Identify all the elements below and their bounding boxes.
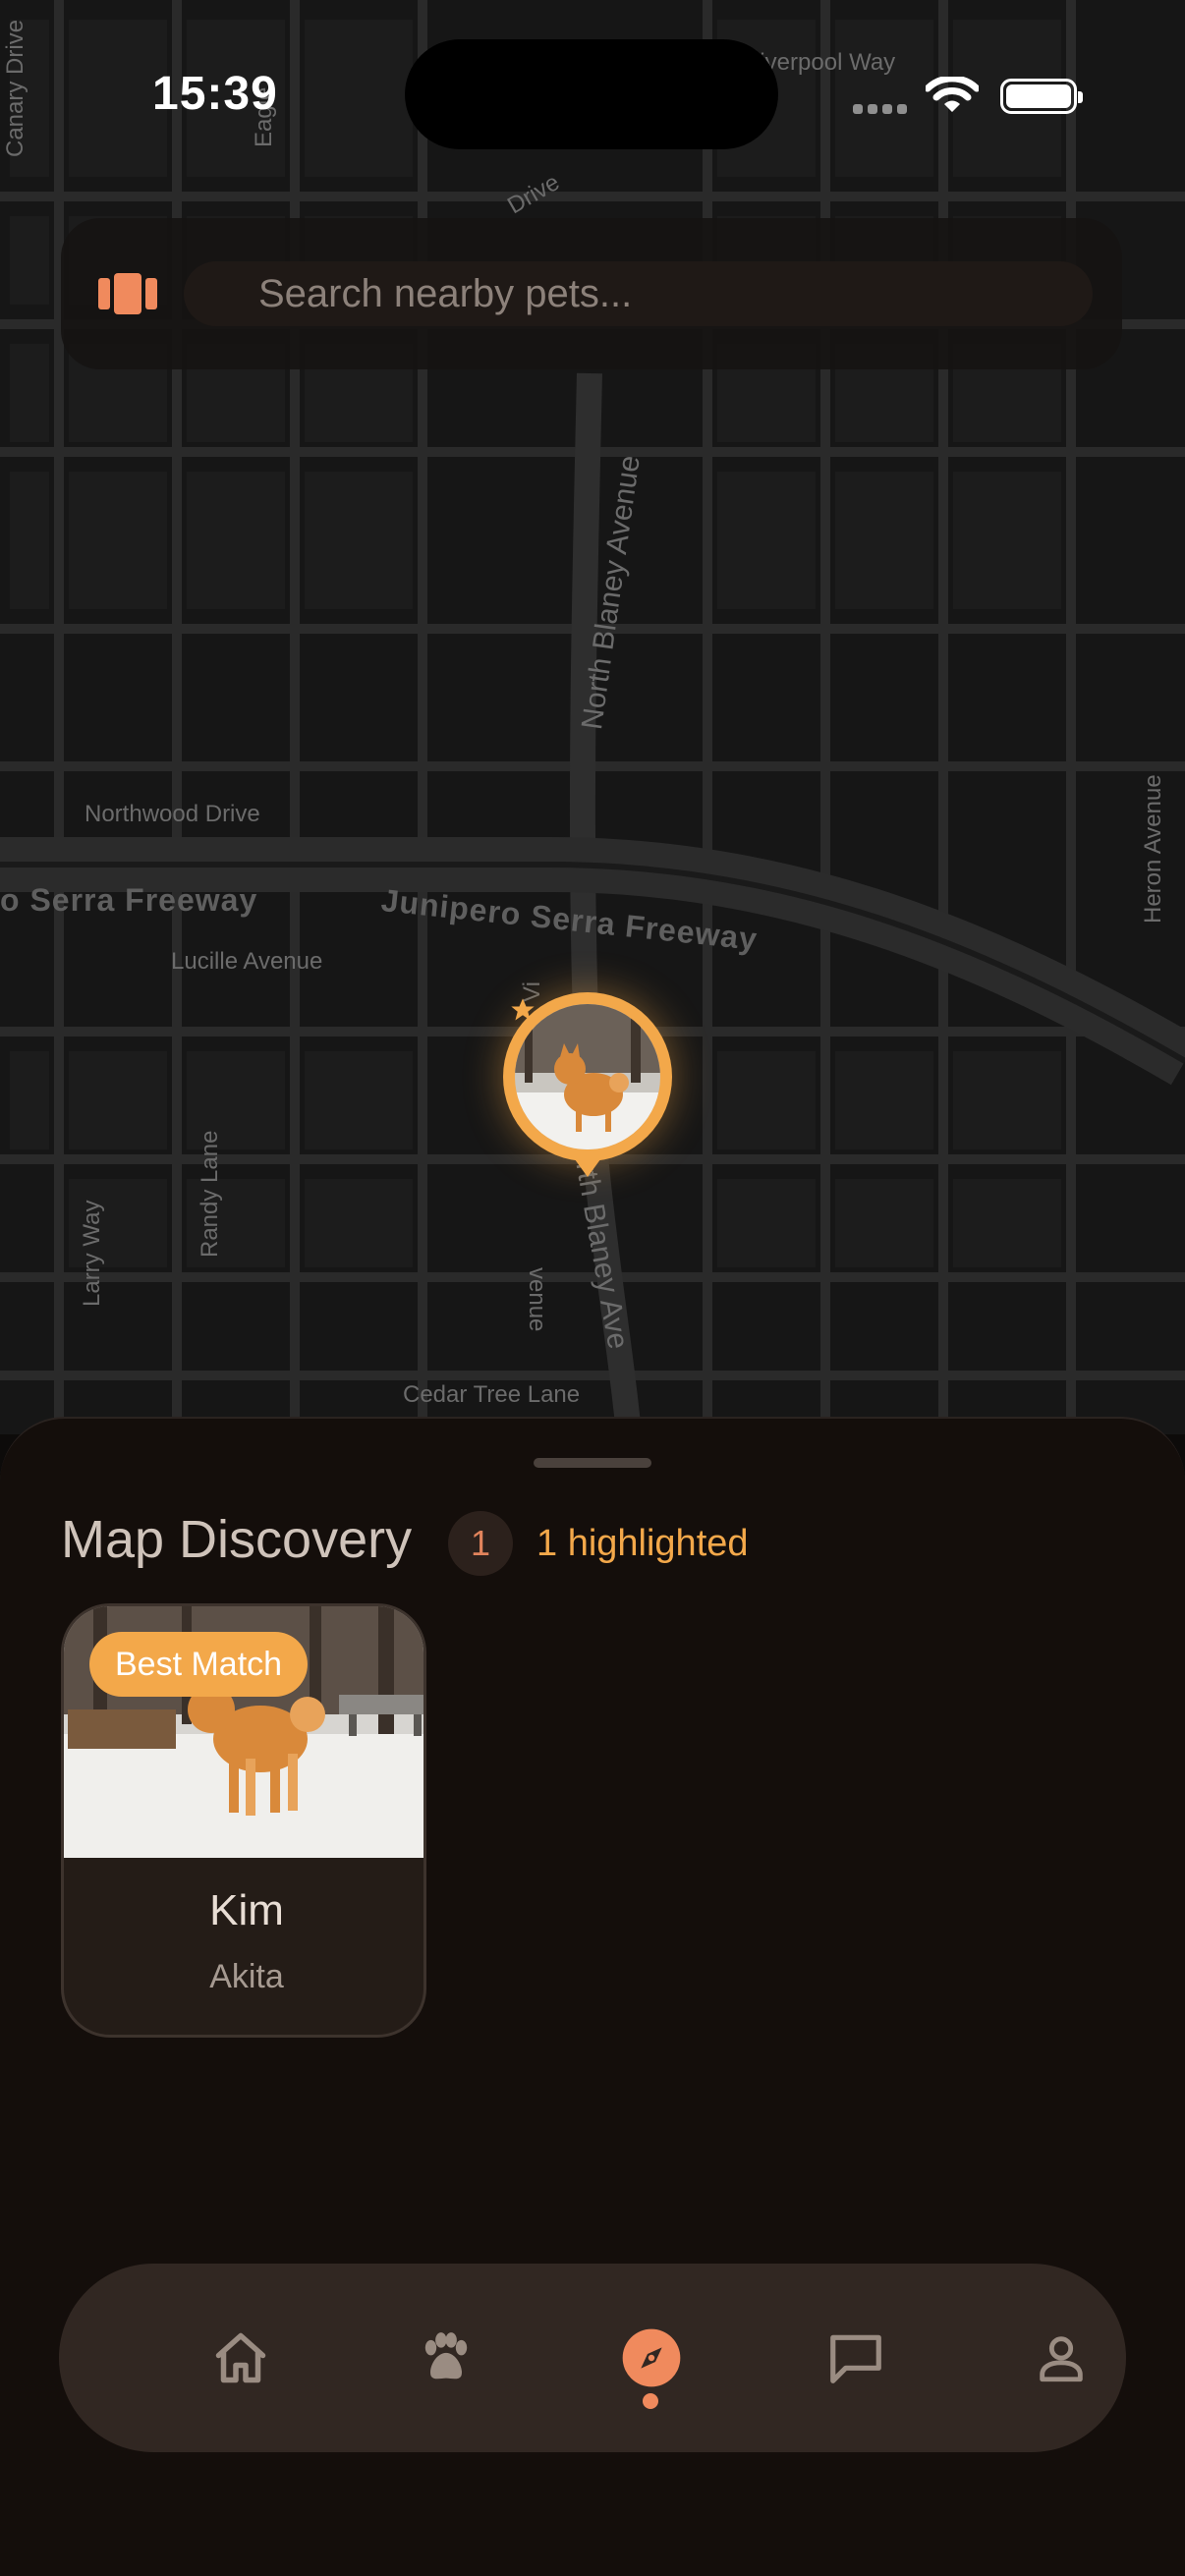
count-badge: 1 <box>448 1511 513 1576</box>
tab-pets[interactable] <box>377 2264 515 2452</box>
street-label: Cedar Tree Lane <box>403 1381 581 1408</box>
pet-card[interactable]: Best Match Kim Akita <box>61 1603 426 2038</box>
search-input[interactable] <box>184 261 1093 326</box>
paw-icon <box>424 2332 468 2380</box>
street-label: Heron Avenue <box>1140 774 1166 924</box>
compass-icon <box>622 2328 681 2387</box>
street-label: Northwood Drive <box>85 801 260 827</box>
wifi-icon <box>926 77 979 112</box>
sheet-handle[interactable] <box>534 1458 651 1468</box>
tab-bar <box>59 2264 1126 2452</box>
home-icon <box>215 2332 266 2383</box>
sheet-title: Map Discovery <box>61 1510 413 1569</box>
pet-breed: Akita <box>209 1958 284 1995</box>
tab-home[interactable] <box>172 2264 310 2452</box>
cellular-signal-icon <box>853 104 907 114</box>
pet-pin-photo <box>515 1004 660 1149</box>
highlighted-label: 1 highlighted <box>536 1523 749 1564</box>
dynamic-island <box>405 39 778 149</box>
search-bar <box>61 218 1122 369</box>
cards-stack-icon[interactable] <box>98 273 157 314</box>
pet-name: Kim <box>209 1886 284 1934</box>
battery-icon <box>1000 79 1083 114</box>
active-tab-indicator <box>643 2393 658 2409</box>
street-label: Lucille Avenue <box>171 948 323 975</box>
street-label: Randy Lane <box>197 1130 223 1258</box>
pet-map-pin[interactable] <box>503 992 672 1184</box>
tab-messages[interactable] <box>787 2264 925 2452</box>
status-bar: 15:39 <box>0 0 1185 149</box>
tab-profile[interactable] <box>992 2264 1130 2452</box>
star-icon <box>511 998 535 1021</box>
best-match-badge: Best Match <box>89 1632 309 1697</box>
freeway-label: o Serra Freeway <box>0 882 258 918</box>
map-view[interactable]: Northwood Drive Lucille Avenue Cedar Tre… <box>0 0 1185 1434</box>
chat-icon <box>830 2334 881 2383</box>
clock: 15:39 <box>152 68 278 120</box>
street-label: Larry Way <box>79 1200 105 1307</box>
tab-discover[interactable] <box>583 2264 720 2452</box>
user-icon <box>1040 2336 1083 2382</box>
street-label: venue <box>524 1267 550 1332</box>
